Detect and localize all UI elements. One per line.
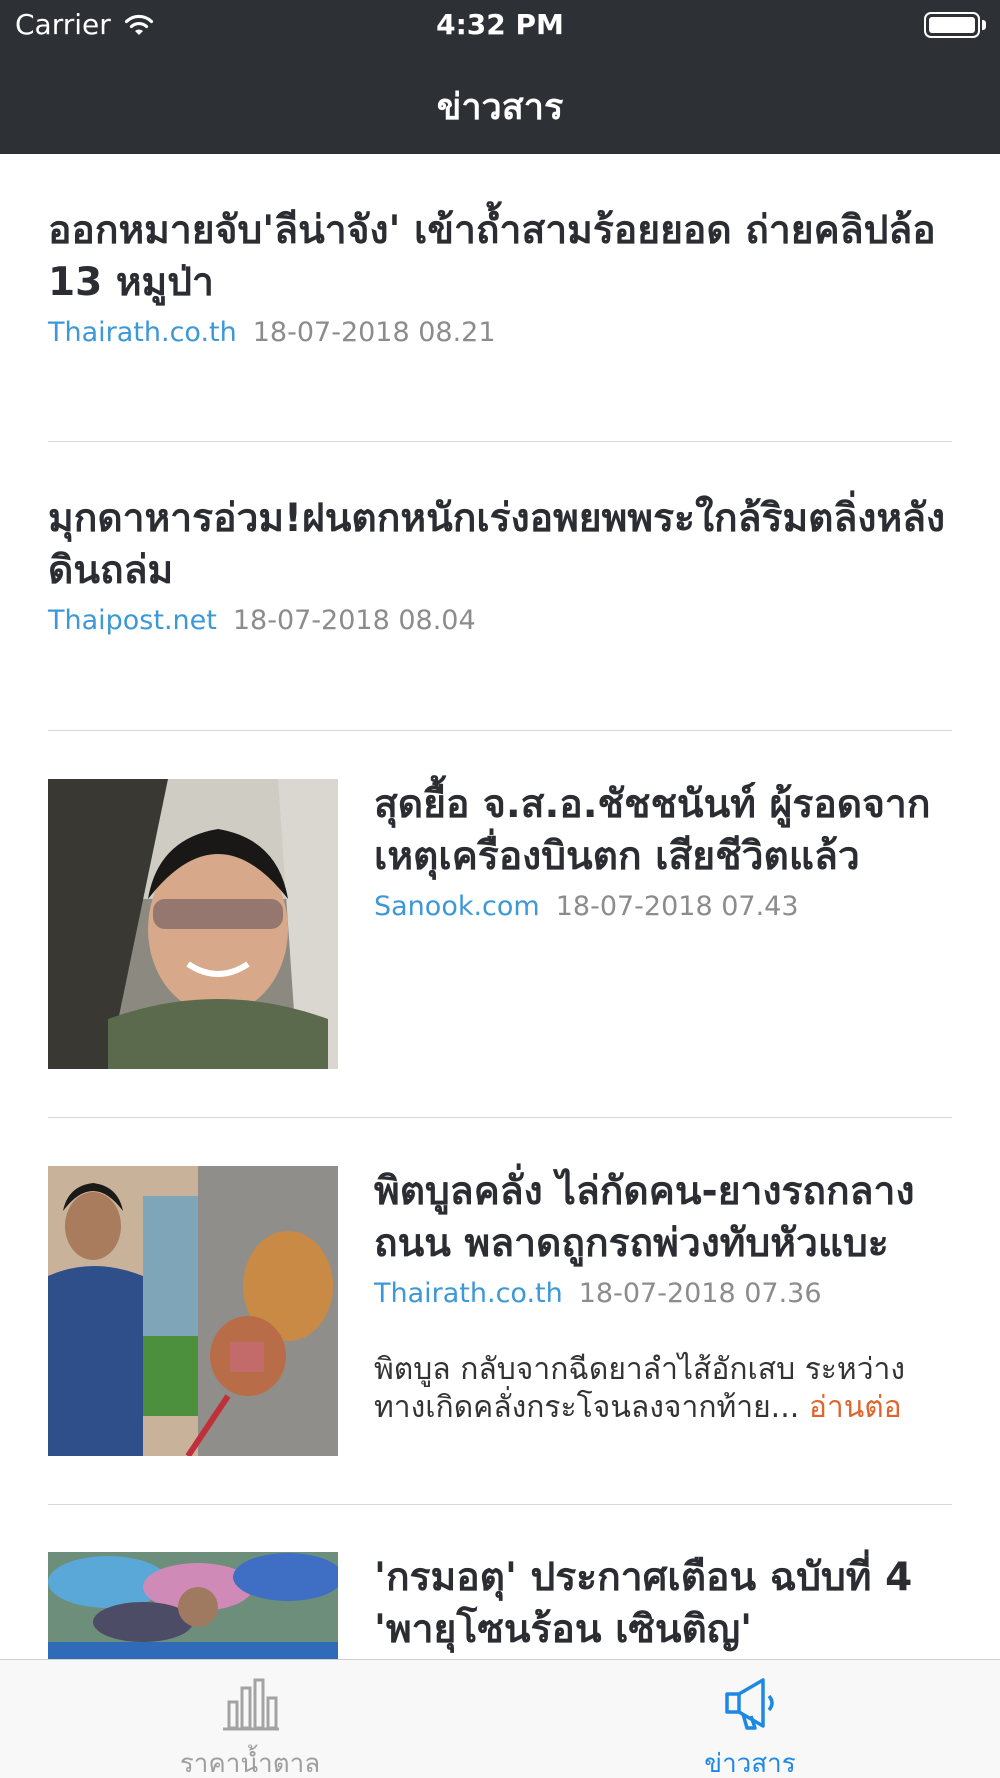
- news-source: Thairath.co.th: [48, 317, 237, 348]
- news-meta: Thaipost.net 18-07-2018 08.04: [48, 605, 952, 636]
- tab-label: ข่าวสาร: [704, 1749, 796, 1778]
- news-item[interactable]: สุดยื้อ จ.ส.อ.ชัชชนันท์ ผู้รอดจากเหตุเคร…: [48, 779, 952, 1069]
- news-item[interactable]: 'กรมอตุ' ประกาศเตือน ฉบับที่ 4 'พายุโซนร…: [48, 1552, 952, 1659]
- news-title[interactable]: ออกหมายจับ'ลีน่าจัง' เข้าถ้ำสามร้อยยอด ถ…: [48, 205, 952, 309]
- news-date: 18-07-2018 07.36: [578, 1278, 822, 1309]
- divider: [48, 1504, 952, 1505]
- tab-bar: ราคาน้ำตาล ข่าวสาร: [0, 1659, 1000, 1778]
- news-thumbnail: [48, 1552, 338, 1659]
- news-text: สุดยื้อ จ.ส.อ.ชัชชนันท์ ผู้รอดจากเหตุเคร…: [374, 779, 954, 922]
- news-meta: Sanook.com 18-07-2018 07.43: [374, 891, 954, 922]
- news-date: 18-07-2018 08.21: [252, 317, 496, 348]
- news-item[interactable]: มุกดาหารอ่วม!ฝนตกหนักเร่งอพยพพระใกล้ริมต…: [48, 493, 952, 636]
- tab-news[interactable]: ข่าวสาร: [500, 1660, 1000, 1778]
- news-source: Thairath.co.th: [374, 1278, 563, 1309]
- divider: [48, 730, 952, 731]
- news-meta: Thairath.co.th 18-07-2018 07.36: [374, 1278, 954, 1309]
- news-summary: พิตบูล กลับจากฉีดยาลำไส้อักเสบ ระหว่างทา…: [374, 1351, 954, 1427]
- megaphone-icon: [725, 1678, 774, 1730]
- news-thumbnail: [48, 779, 338, 1069]
- news-meta: Thairath.co.th 18-07-2018 08.21: [48, 317, 952, 348]
- divider: [48, 441, 952, 442]
- news-item[interactable]: ออกหมายจับ'ลีน่าจัง' เข้าถ้ำสามร้อยยอด ถ…: [48, 205, 952, 348]
- status-time: 4:32 PM: [436, 8, 564, 41]
- bar-chart-icon: [223, 1678, 279, 1731]
- news-feed[interactable]: ออกหมายจับ'ลีน่าจัง' เข้าถ้ำสามร้อยยอด ถ…: [0, 154, 1000, 1659]
- news-source: Thaipost.net: [48, 605, 217, 636]
- status-bar: Carrier 4:32 PM: [0, 0, 1000, 50]
- tab-sugar-price[interactable]: ราคาน้ำตาล: [0, 1660, 500, 1778]
- divider: [48, 1117, 952, 1118]
- news-thumbnail: [48, 1166, 338, 1456]
- news-text: 'กรมอตุ' ประกาศเตือน ฉบับที่ 4 'พายุโซนร…: [374, 1552, 954, 1656]
- news-item[interactable]: พิตบูลคลั่ง ไล่กัดคน-ยางรถกลางถนน พลาดถู…: [48, 1166, 952, 1456]
- news-source: Sanook.com: [374, 891, 540, 922]
- top-bar: Carrier 4:32 PM ข่าวสาร: [0, 0, 1000, 154]
- news-date: 18-07-2018 08.04: [232, 605, 476, 636]
- news-title[interactable]: 'กรมอตุ' ประกาศเตือน ฉบับที่ 4 'พายุโซนร…: [374, 1552, 954, 1656]
- news-text: พิตบูลคลั่ง ไล่กัดคน-ยางรถกลางถนน พลาดถู…: [374, 1166, 954, 1427]
- news-date: 18-07-2018 07.43: [555, 891, 799, 922]
- news-title[interactable]: สุดยื้อ จ.ส.อ.ชัชชนันท์ ผู้รอดจากเหตุเคร…: [374, 779, 954, 883]
- read-more-link[interactable]: อ่านต่อ: [799, 1390, 902, 1425]
- page-title: ข่าวสาร: [436, 87, 564, 128]
- news-title[interactable]: มุกดาหารอ่วม!ฝนตกหนักเร่งอพยพพระใกล้ริมต…: [48, 493, 952, 597]
- battery-icon: [924, 12, 986, 38]
- tab-label: ราคาน้ำตาล: [179, 1749, 321, 1778]
- screen: Carrier 4:32 PM ข่าวสาร ออกหมายจับ'ลีน่า…: [0, 0, 1000, 1778]
- news-title[interactable]: พิตบูลคลั่ง ไล่กัดคน-ยางรถกลางถนน พลาดถู…: [374, 1166, 954, 1270]
